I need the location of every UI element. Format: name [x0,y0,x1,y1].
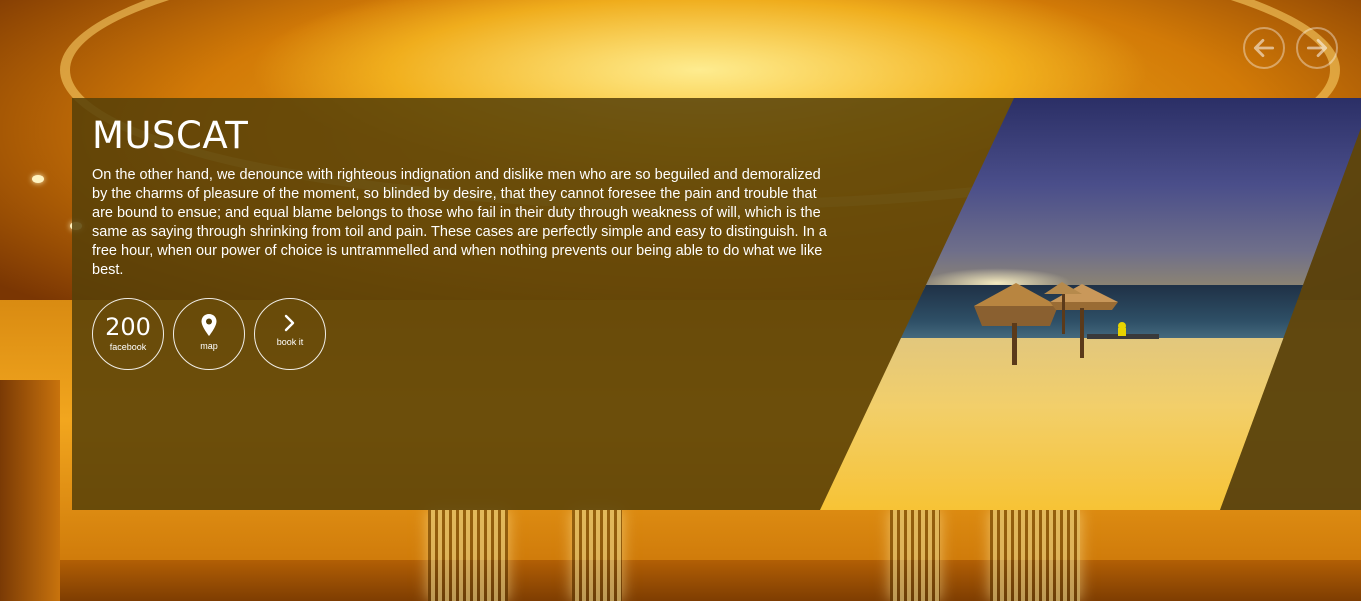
prev-slide-button[interactable] [1243,27,1285,69]
next-slide-button[interactable] [1296,27,1338,69]
facebook-count: 200 [105,313,151,341]
chevron-right-icon [284,314,295,332]
hero-slider: MUSCAT On the other hand, we denounce wi… [0,0,1361,601]
pillar [890,510,940,601]
pillar [428,510,508,601]
map-button[interactable]: map [173,298,245,370]
arrow-right-icon [1306,39,1328,57]
book-it-button[interactable]: book it [254,298,326,370]
destination-panel: MUSCAT On the other hand, we denounce wi… [72,98,1361,510]
left-column [0,380,60,601]
facebook-label: facebook [109,342,147,352]
map-label: map [200,341,218,351]
pillar [990,510,1080,601]
lobby-floor [0,560,1361,601]
arrow-left-icon [1253,39,1275,57]
ceiling-lamp [32,175,44,183]
book-it-label: book it [276,337,304,347]
facebook-count-button[interactable]: 200 facebook [92,298,164,370]
map-pin-icon [201,314,217,336]
destination-description: On the other hand, we denounce with righ… [92,167,827,278]
destination-title: MUSCAT [92,114,249,157]
pillar [572,510,622,601]
